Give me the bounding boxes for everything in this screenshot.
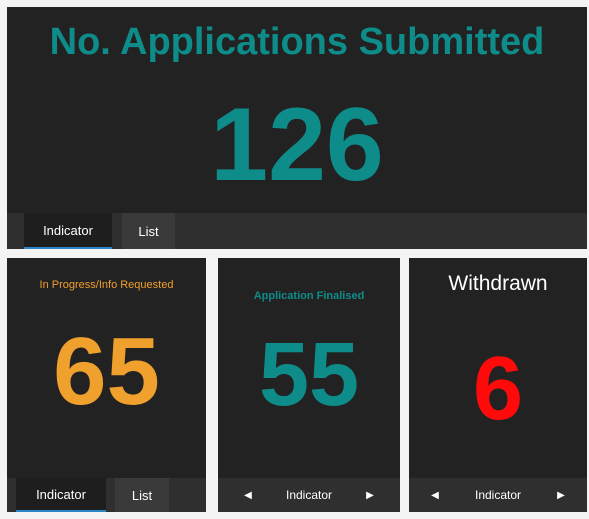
finalised-panel: Application Finalised 55 bbox=[218, 258, 400, 478]
tab-list[interactable]: List bbox=[115, 478, 169, 512]
nav-label: Indicator bbox=[285, 488, 333, 502]
withdrawn-navbar: ◀ Indicator ▶ bbox=[409, 478, 587, 512]
finalised-value: 55 bbox=[258, 325, 360, 425]
in-progress-panel: In Progress/Info Requested 65 bbox=[7, 258, 206, 478]
tab-list[interactable]: List bbox=[122, 213, 175, 249]
withdrawn-title: Withdrawn bbox=[448, 272, 548, 295]
nav-label: Indicator bbox=[474, 488, 522, 502]
in-progress-value: 65 bbox=[53, 318, 160, 425]
next-arrow-icon[interactable]: ▶ bbox=[358, 478, 382, 512]
tab-indicator[interactable]: Indicator bbox=[24, 213, 112, 249]
in-progress-title: In Progress/Info Requested bbox=[39, 279, 174, 291]
submitted-tabbar: Indicator List bbox=[7, 213, 587, 249]
in-progress-tabbar: Indicator List bbox=[7, 478, 206, 512]
submitted-panel: No. Applications Submitted 126 bbox=[7, 7, 587, 213]
tab-indicator[interactable]: Indicator bbox=[16, 478, 106, 512]
next-arrow-icon[interactable]: ▶ bbox=[549, 478, 573, 512]
withdrawn-value: 6 bbox=[472, 339, 524, 439]
withdrawn-panel: Withdrawn 6 bbox=[409, 258, 587, 478]
finalised-navbar: ◀ Indicator ▶ bbox=[218, 478, 400, 512]
submitted-value: 126 bbox=[210, 87, 384, 203]
submitted-title: No. Applications Submitted bbox=[49, 21, 545, 63]
finalised-title: Application Finalised bbox=[253, 290, 365, 302]
